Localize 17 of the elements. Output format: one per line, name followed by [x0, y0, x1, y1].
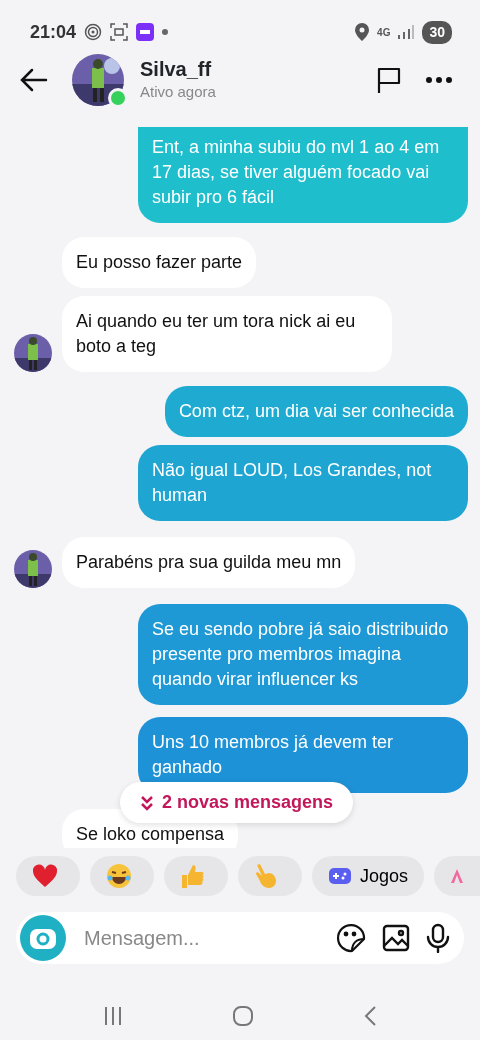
new-messages-button[interactable]: 2 novas mensagens	[120, 782, 354, 823]
active-status: Ativo agora	[140, 81, 217, 102]
message-field[interactable]: Mensagem...	[16, 912, 464, 964]
sent-message: Não igual LOUD, Los Grandes, not human	[138, 445, 468, 521]
sent-message: Se eu sendo pobre já saio distribuido presente pro membros imagina quando virar influencer ks	[138, 604, 468, 705]
games-chip[interactable]: Jogos	[312, 856, 425, 896]
received-message: Ai quando eu ter um tora nick ai eu boto a teg	[62, 296, 392, 372]
contact-name[interactable]: Silva_ff	[140, 56, 376, 81]
sent-message: Uns 10 membros já devem ter ganhado	[138, 717, 468, 793]
sent-message: Ent, a minha subiu do nvl 1 ao 4 em 17 dias, se tiver alguém focado vai subir pro 6 fácil	[138, 127, 468, 223]
message-input[interactable]: Mensagem...	[82, 922, 320, 954]
received-message: Eu posso fazer parte	[62, 237, 257, 288]
status-time: 21:04	[30, 20, 77, 44]
network-label: 4G	[377, 25, 391, 40]
received-message: Parabéns pra sua guilda meu mn	[62, 537, 356, 588]
battery-level: 30	[422, 20, 452, 44]
sent-message: Com ctz, um dia vai ser conhecida	[164, 386, 468, 437]
